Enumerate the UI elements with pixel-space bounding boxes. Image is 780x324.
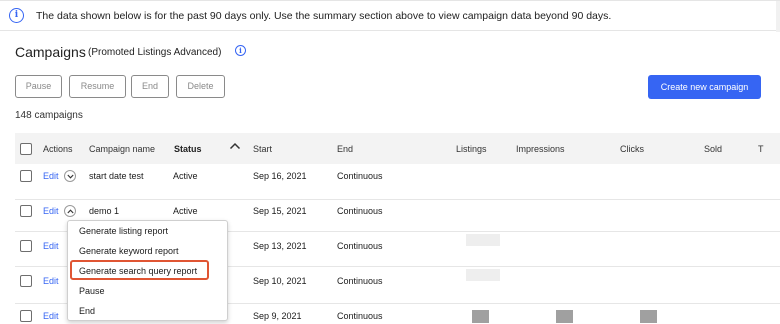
create-campaign-button[interactable]: Create new campaign — [648, 75, 761, 99]
column-header-end[interactable]: End — [337, 144, 353, 154]
menu-item-generate-listing-report[interactable]: Generate listing report — [79, 226, 168, 236]
page-title: Campaigns — [15, 44, 86, 60]
campaign-count: 148 campaigns — [15, 110, 83, 121]
select-all-checkbox[interactable] — [20, 143, 32, 155]
row-checkbox[interactable] — [20, 170, 32, 182]
edit-link[interactable]: Edit — [43, 241, 59, 251]
edit-link[interactable]: Edit — [43, 276, 59, 286]
menu-item-end[interactable]: End — [79, 306, 95, 316]
delete-button[interactable]: Delete — [176, 75, 225, 98]
info-icon[interactable]: i — [235, 45, 246, 56]
redacted-value — [556, 310, 573, 323]
row-divider — [15, 199, 780, 200]
column-header-start[interactable]: Start — [253, 144, 272, 154]
banner-message: The data shown below is for the past 90 … — [36, 10, 612, 22]
campaign-start: Sep 16, 2021 — [253, 171, 307, 181]
edit-link[interactable]: Edit — [43, 171, 59, 181]
campaign-name[interactable]: start date test — [89, 171, 144, 181]
column-header-impressions[interactable]: Impressions — [516, 144, 565, 154]
menu-item-generate-keyword-report[interactable]: Generate keyword report — [79, 246, 179, 256]
redacted-value — [472, 310, 489, 323]
column-header-campaign-name[interactable]: Campaign name — [89, 144, 155, 154]
campaign-name[interactable]: demo 1 — [89, 206, 119, 216]
row-checkbox[interactable] — [20, 310, 32, 322]
edit-link[interactable]: Edit — [43, 311, 59, 321]
chevron-up-icon[interactable] — [64, 205, 76, 217]
redacted-value — [640, 310, 657, 323]
end-button[interactable]: End — [131, 75, 169, 98]
column-header-truncated[interactable]: T — [758, 144, 764, 154]
campaign-start: Sep 9, 2021 — [253, 311, 302, 321]
campaign-status: Active — [173, 171, 198, 181]
row-checkbox[interactable] — [20, 205, 32, 217]
edit-link[interactable]: Edit — [43, 206, 59, 216]
campaign-start: Sep 15, 2021 — [253, 206, 307, 216]
chevron-up-icon[interactable] — [229, 141, 241, 151]
menu-item-pause[interactable]: Pause — [79, 286, 105, 296]
campaign-status: Active — [173, 206, 198, 216]
column-header-actions: Actions — [43, 144, 73, 154]
info-icon: i — [9, 8, 24, 23]
campaign-end: Continuous — [337, 276, 383, 286]
campaign-end: Continuous — [337, 171, 383, 181]
column-header-status[interactable]: Status — [174, 144, 202, 154]
campaign-end: Continuous — [337, 241, 383, 251]
page-subtitle: (Promoted Listings Advanced) — [88, 47, 222, 58]
row-checkbox[interactable] — [20, 275, 32, 287]
redacted-value — [466, 234, 500, 246]
pause-button[interactable]: Pause — [15, 75, 62, 98]
campaign-end: Continuous — [337, 206, 383, 216]
scrollbar-edge — [776, 1, 780, 32]
row-checkbox[interactable] — [20, 240, 32, 252]
column-header-clicks[interactable]: Clicks — [620, 144, 644, 154]
resume-button[interactable]: Resume — [69, 75, 126, 98]
column-header-listings[interactable]: Listings — [456, 144, 487, 154]
menu-item-generate-search-query-report[interactable]: Generate search query report — [79, 266, 197, 276]
info-banner: i The data shown below is for the past 9… — [0, 0, 780, 32]
campaign-start: Sep 13, 2021 — [253, 241, 307, 251]
campaign-start: Sep 10, 2021 — [253, 276, 307, 286]
chevron-down-icon[interactable] — [64, 170, 76, 182]
column-header-sold[interactable]: Sold — [704, 144, 722, 154]
campaign-end: Continuous — [337, 311, 383, 321]
redacted-value — [466, 269, 500, 281]
